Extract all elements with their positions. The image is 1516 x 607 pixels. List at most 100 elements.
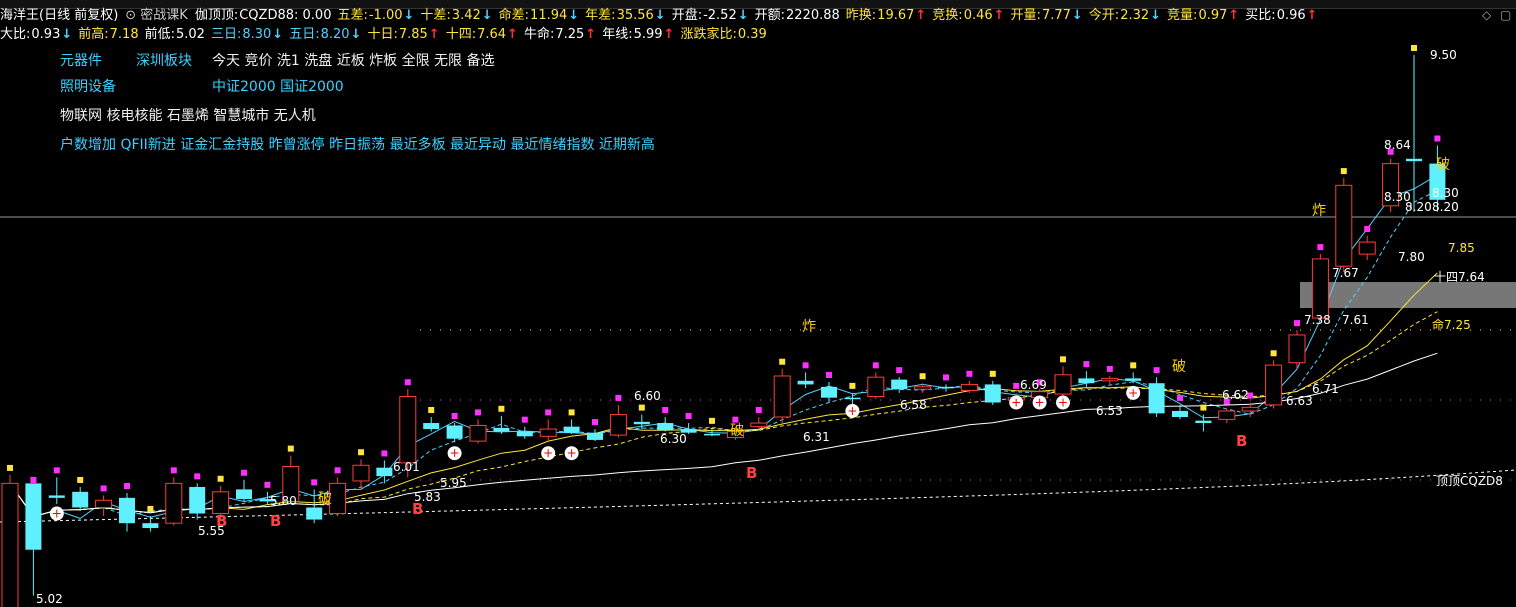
indicator-row1-4: 十差:3.42↓: [420, 8, 492, 24]
industry-sub-tag[interactable]: 照明设备: [60, 78, 116, 96]
arrow-up-icon: ↑: [507, 27, 518, 42]
candlestick[interactable]: [119, 493, 135, 532]
candlestick[interactable]: [563, 419, 580, 434]
indicator-value: 2.32: [1120, 8, 1150, 23]
candlestick[interactable]: [329, 477, 347, 516]
candlestick[interactable]: [1406, 55, 1422, 212]
indicator-label: 开量:: [1010, 8, 1041, 23]
indicator-row2-6: 十四:7.64↑: [446, 27, 518, 43]
candlestick[interactable]: [423, 417, 440, 432]
indicator-label: 十四:: [445, 27, 477, 42]
arrow-up-icon: ↑: [993, 8, 1005, 23]
candlestick[interactable]: [1335, 178, 1353, 273]
candlestick[interactable]: [891, 377, 908, 393]
candlestick[interactable]: [1, 474, 19, 607]
plus-circle-icon: +: [541, 446, 556, 461]
signal-square-marker: [77, 476, 84, 483]
indicator-row1-5: 命差:11.94↓: [499, 8, 580, 24]
candlestick[interactable]: [1265, 360, 1283, 409]
candlestick[interactable]: [376, 460, 393, 484]
candlestick[interactable]: [1288, 330, 1306, 369]
indicator-label: 海洋王(日线 前复权): [0, 8, 119, 23]
indicator-row1-9: 昨换:19.67↑: [846, 8, 927, 24]
arrow-down-icon: ↓: [1071, 8, 1083, 23]
candlestick[interactable]: [165, 477, 183, 526]
signal-square-marker: [1434, 135, 1441, 142]
signal-square-marker: [451, 413, 458, 420]
signal-square-marker: [1083, 361, 1090, 368]
board-tag[interactable]: 深圳板块: [136, 52, 192, 70]
candlestick[interactable]: [1358, 236, 1376, 261]
candlestick[interactable]: [938, 384, 954, 392]
candlestick[interactable]: [914, 383, 932, 393]
filter-tags[interactable]: 今天 竞价 洗1 洗盘 近板 炸板 全限 无限 备选: [212, 52, 495, 70]
plus-circle-icon: +: [1032, 395, 1047, 410]
signal-square-marker: [919, 373, 926, 380]
candlestick[interactable]: [189, 483, 206, 520]
candlestick[interactable]: [1311, 254, 1329, 321]
indicator-label: 竞量:: [1167, 8, 1198, 23]
signal-square-marker: [404, 379, 411, 386]
candlestick[interactable]: [1218, 408, 1236, 424]
arrow-up-icon: ↑: [585, 27, 597, 42]
candlestick[interactable]: [984, 380, 1001, 405]
candlestick[interactable]: [48, 477, 65, 504]
price-label: 5.80: [270, 494, 297, 508]
panel-menu-icon[interactable]: ▢: [1500, 8, 1511, 22]
candlestick[interactable]: [821, 382, 837, 403]
signal-square-marker: [498, 405, 505, 412]
signal-tags[interactable]: 户数增加 QFII新进 证金汇金持股 昨曾涨停 昨日振荡 最近多板 最近异动 最…: [60, 136, 655, 154]
candlestick[interactable]: [236, 479, 252, 502]
indicator-row1-7: 开盘:-2.52↓: [672, 8, 749, 24]
candlestick[interactable]: [587, 429, 603, 442]
candlestick[interactable]: [867, 372, 885, 399]
price-label: 破: [1436, 157, 1450, 173]
arrow-down-icon: ↓: [272, 27, 284, 42]
candlestick[interactable]: [750, 417, 768, 430]
candlestick[interactable]: [352, 459, 370, 490]
plus-circle-icon: +: [564, 446, 579, 461]
signal-square-marker: [53, 467, 60, 474]
candlestick[interactable]: [773, 368, 791, 424]
index-tags[interactable]: 中证2000 国证2000: [212, 78, 344, 96]
indicator-row2-3: 三日:8.30↓: [211, 27, 283, 43]
candlestick[interactable]: [609, 404, 627, 438]
indicator-label: 今开:: [1088, 8, 1120, 23]
candlestick[interactable]: [1054, 366, 1072, 399]
indicator-label: 牛命:: [523, 27, 555, 42]
candlestick[interactable]: [493, 415, 510, 434]
signal-square-marker: [30, 476, 37, 483]
arrow-up-icon: ↑: [663, 27, 675, 42]
indicator-label: 竞换:: [932, 8, 963, 23]
signal-square-marker: [615, 394, 622, 401]
candlestick[interactable]: [516, 426, 533, 439]
price-label: 8.64: [1384, 138, 1411, 152]
indicator-row2-7: 牛命:7.25↑: [524, 27, 596, 43]
indicator-label: 买比:: [1245, 8, 1276, 23]
candlestick[interactable]: [469, 419, 487, 444]
candlestick[interactable]: [1125, 372, 1142, 384]
candlestick[interactable]: [72, 486, 89, 512]
candlestick[interactable]: [960, 380, 978, 393]
plus-circle-icon: +: [845, 403, 860, 418]
signal-square-marker: [1153, 367, 1160, 374]
price-label: 8.20: [1405, 200, 1432, 214]
candlestick[interactable]: [657, 417, 674, 432]
indicator-row1-12: 今开:2.32↓: [1089, 8, 1161, 24]
industry-tag[interactable]: 元器件: [60, 52, 102, 70]
signal-square-marker: [100, 485, 107, 492]
signal-square-marker: [287, 445, 294, 452]
collapse-diamond-icon[interactable]: ◇: [1482, 8, 1491, 22]
indicator-row2-5: 十日:7.85↑: [367, 27, 439, 43]
candlestick[interactable]: [797, 372, 814, 389]
price-label: 6.69: [1020, 378, 1047, 392]
candlestick[interactable]: [539, 419, 557, 442]
price-label: 7.80: [1398, 250, 1425, 264]
concept-tags[interactable]: 物联网 核电核能 石墨烯 智慧城市 无人机: [60, 107, 316, 125]
candlestick[interactable]: [95, 495, 113, 516]
candlestick[interactable]: [1148, 377, 1165, 417]
svg-text:+: +: [543, 446, 553, 460]
candlestick[interactable]: [25, 483, 42, 596]
indicator-label: 五差:: [337, 8, 368, 23]
price-label: 8.30: [1432, 186, 1459, 200]
